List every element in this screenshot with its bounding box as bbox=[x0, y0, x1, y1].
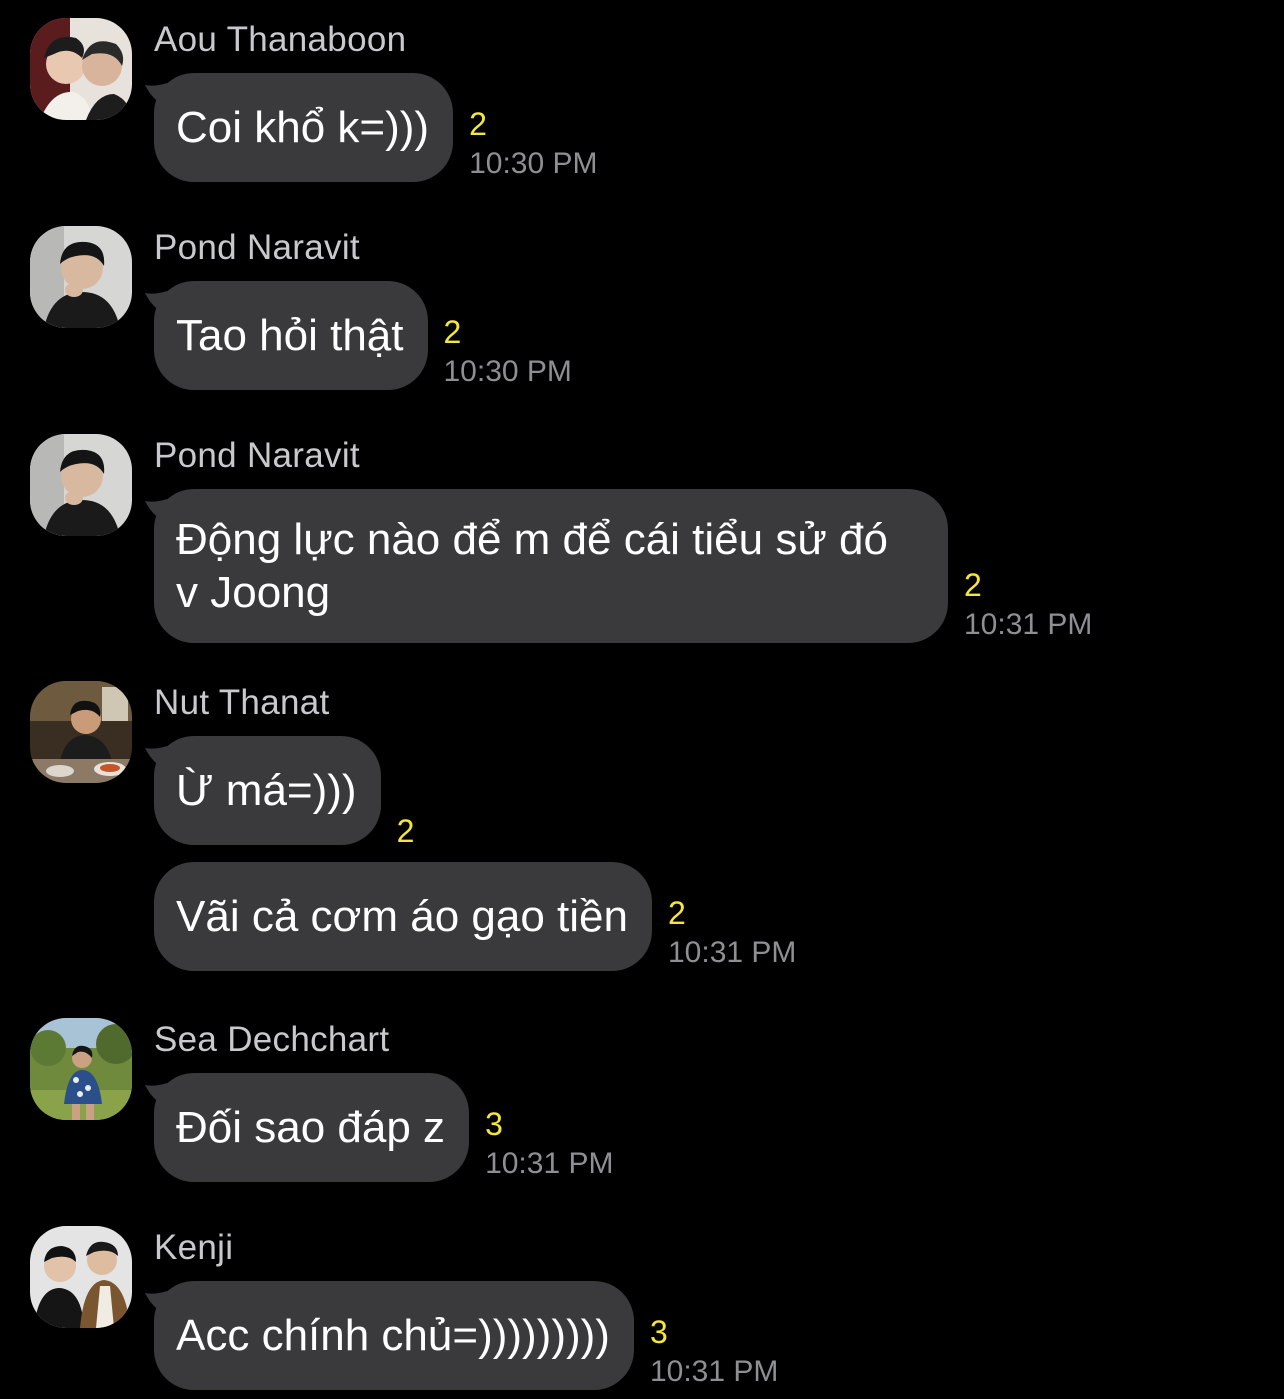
bubble-tail bbox=[145, 291, 167, 315]
user-avatar-icon[interactable] bbox=[30, 18, 132, 120]
message-bubble[interactable]: Động lực nào để m để cái tiểu sử đó v Jo… bbox=[145, 489, 948, 643]
message-time: 10:31 PM bbox=[668, 936, 797, 969]
message-text-line: v Joong bbox=[176, 568, 331, 617]
message-meta: 2 bbox=[397, 811, 415, 851]
sender-name: Pond Naravit bbox=[154, 436, 360, 475]
read-count: 2 bbox=[469, 106, 487, 142]
bubble-tail bbox=[145, 746, 167, 770]
message-text: Vãi cả cơm áo gạo tiền bbox=[176, 892, 628, 941]
message-row: Đối sao đáp z 3 10:31 PM bbox=[145, 1073, 613, 1184]
user-avatar-icon[interactable] bbox=[30, 1226, 132, 1328]
message-row: Tao hỏi thật 2 10:30 PM bbox=[145, 281, 572, 392]
message-bubble[interactable]: Ừ má=))) bbox=[145, 736, 381, 845]
read-count: 2 bbox=[964, 567, 982, 603]
message-time: 10:31 PM bbox=[649, 1355, 779, 1388]
user-avatar-icon[interactable] bbox=[30, 681, 132, 783]
message-meta: 2 10:30 PM bbox=[469, 104, 597, 184]
message-time: 10:30 PM bbox=[443, 355, 572, 388]
message-text: Acc chính chủ=))))))))) bbox=[176, 1311, 610, 1360]
sender-name: Aou Thanaboon bbox=[154, 20, 407, 59]
sender-name: Pond Naravit bbox=[154, 228, 360, 267]
message-row: Động lực nào để m để cái tiểu sử đó v Jo… bbox=[145, 489, 1092, 645]
bubble-tail bbox=[145, 1291, 167, 1315]
read-count: 2 bbox=[668, 895, 686, 931]
read-count: 3 bbox=[649, 1314, 668, 1350]
message-bubble[interactable]: Đối sao đáp z bbox=[145, 1073, 470, 1182]
message-bubble[interactable]: Acc chính chủ=))))))))) bbox=[145, 1281, 634, 1390]
message-bubble[interactable]: Vãi cả cơm áo gạo tiền bbox=[154, 862, 652, 971]
read-count: 2 bbox=[443, 314, 462, 350]
message-text: Coi khổ k=))) bbox=[176, 103, 430, 152]
message-bubble[interactable]: Coi khổ k=))) bbox=[145, 73, 454, 182]
message-meta: 2 10:31 PM bbox=[964, 565, 1092, 645]
message-time: 10:31 PM bbox=[485, 1147, 614, 1180]
bubble-tail bbox=[145, 499, 167, 523]
message-text: Tao hỏi thật bbox=[176, 311, 404, 360]
chat-message-list: Aou Thanaboon Coi khổ k=))) 2 10:30 PM P… bbox=[0, 0, 1284, 1399]
message-row: Coi khổ k=))) 2 10:30 PM bbox=[145, 73, 598, 184]
read-count: 3 bbox=[485, 1106, 503, 1142]
message-bubble[interactable]: Tao hỏi thật bbox=[145, 281, 428, 390]
user-avatar-icon[interactable] bbox=[30, 226, 132, 328]
message-text-line: Động lực nào để m để cái tiểu sử đó bbox=[176, 515, 888, 564]
bubble-tail bbox=[145, 1083, 167, 1107]
message-row: Acc chính chủ=))))))))) 3 10:31 PM bbox=[145, 1281, 778, 1392]
message-text: Ừ má=))) bbox=[176, 766, 357, 815]
user-avatar-icon[interactable] bbox=[30, 434, 132, 536]
message-text: Đối sao đáp z bbox=[176, 1103, 446, 1152]
message-meta: 3 10:31 PM bbox=[650, 1312, 778, 1392]
message-meta: 2 10:30 PM bbox=[444, 312, 572, 392]
sender-name: Kenji bbox=[154, 1228, 234, 1267]
bubble-tail bbox=[145, 83, 167, 107]
message-row: Ừ má=))) 2 bbox=[145, 736, 414, 849]
read-count: 2 bbox=[396, 813, 415, 849]
message-meta: 2 10:31 PM bbox=[668, 893, 796, 973]
message-time: 10:30 PM bbox=[469, 147, 598, 180]
message-time: 10:31 PM bbox=[964, 608, 1093, 641]
message-meta: 3 10:31 PM bbox=[485, 1104, 613, 1184]
user-avatar-icon[interactable] bbox=[30, 1018, 132, 1120]
sender-name: Sea Dechchart bbox=[154, 1020, 390, 1059]
message-row: Vãi cả cơm áo gạo tiền 2 10:31 PM bbox=[154, 862, 796, 971]
sender-name: Nut Thanat bbox=[154, 683, 330, 722]
